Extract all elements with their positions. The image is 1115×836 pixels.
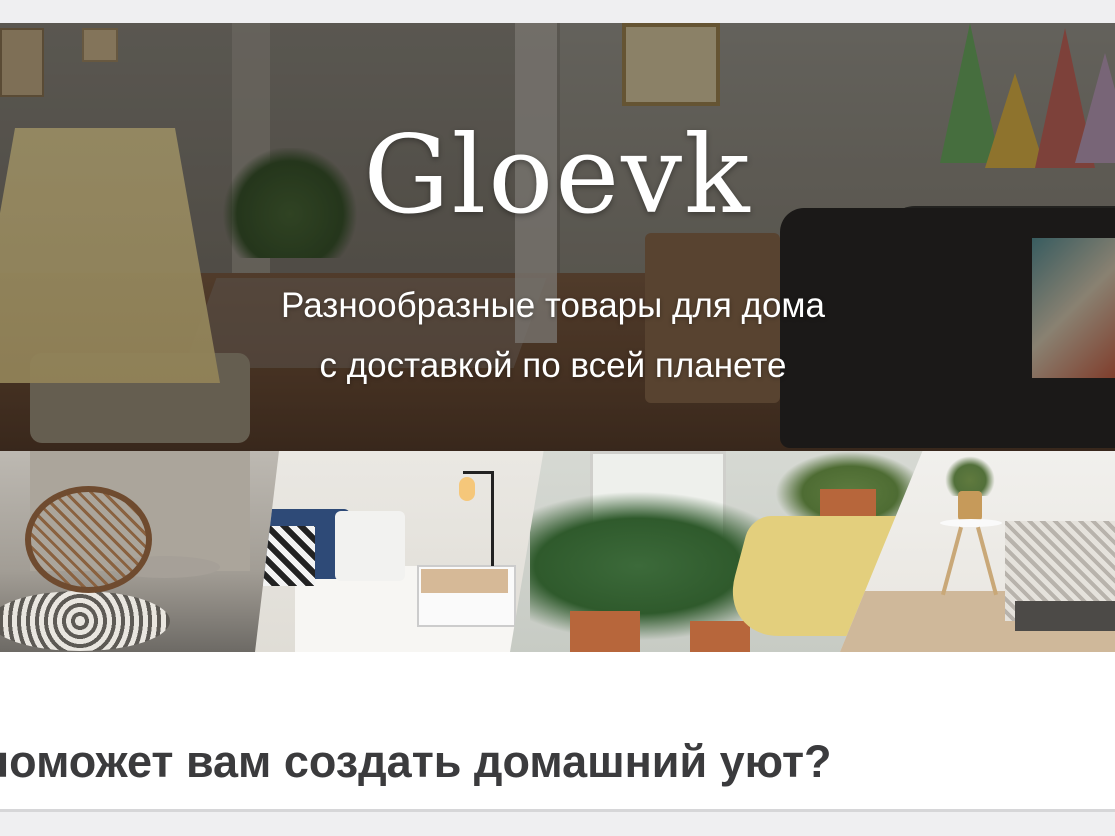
bottom-edge	[0, 812, 1115, 836]
vase	[958, 491, 982, 521]
section-heading: о поможет вам создать домашний уют?	[0, 736, 832, 787]
plant-pot	[570, 611, 640, 652]
lamp-bulb	[459, 477, 475, 501]
stool-leg	[941, 526, 963, 596]
site-logo[interactable]: Gloevk	[0, 116, 1115, 236]
hero-banner: Gloevk Разнообразные товары для дома с д…	[0, 23, 1115, 451]
nightstand-drawer	[421, 569, 508, 593]
content-card: о поможет вам создать домашний уют?	[0, 652, 1115, 812]
patio-chair-photo	[0, 451, 300, 652]
wicker-chair	[25, 486, 152, 593]
hero-tagline-line-2: с доставкой по всей планете	[319, 346, 787, 385]
hero-tagline: Разнообразные товары для дома с доставко…	[0, 276, 1106, 396]
round-rug	[0, 591, 170, 651]
hero-tagline-line-1: Разнообразные товары для дома	[281, 286, 825, 325]
bed-base	[1015, 601, 1115, 631]
stool-leg	[976, 526, 998, 596]
page: Gloevk Разнообразные товары для дома с д…	[0, 0, 1115, 836]
plant-pot	[690, 621, 750, 652]
photo-gallery-strip	[0, 451, 1115, 652]
white-pillow	[335, 511, 405, 581]
stool-top	[940, 519, 1002, 527]
bedroom-photo	[255, 451, 555, 652]
small-plant	[945, 456, 995, 496]
